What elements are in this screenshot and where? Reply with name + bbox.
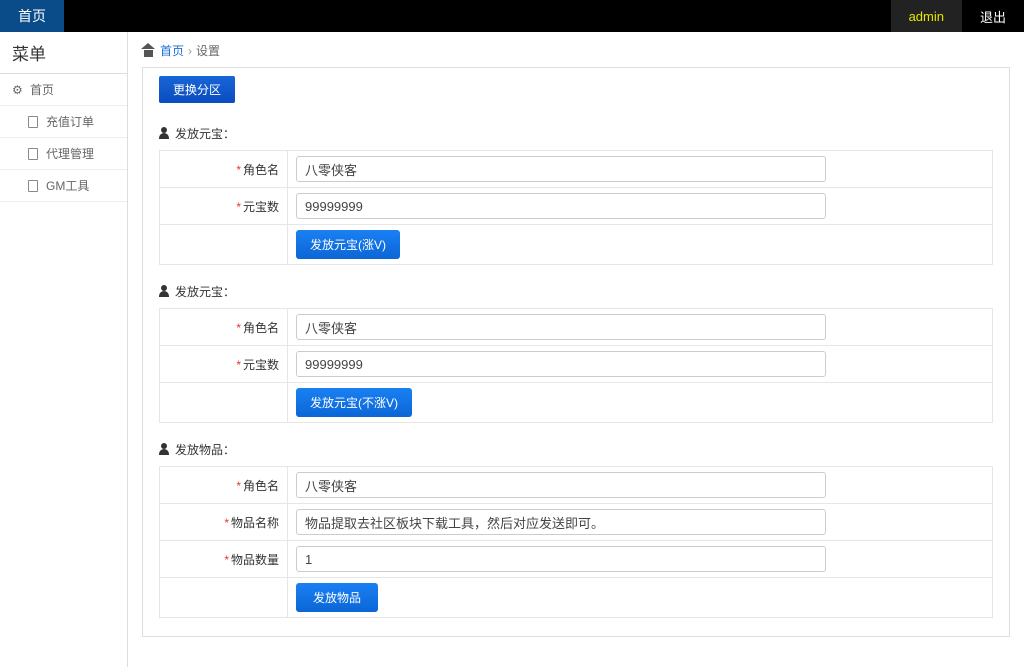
required-star: * <box>236 479 241 493</box>
field-cell <box>288 504 993 541</box>
sidebar-item-recharge[interactable]: 充值订单 <box>0 106 127 138</box>
required-star: * <box>236 358 241 372</box>
required-star: * <box>236 321 241 335</box>
text-input[interactable] <box>296 156 826 182</box>
field-cell <box>288 188 993 225</box>
section-title: 发放元宝： <box>175 125 235 142</box>
text-input[interactable] <box>296 351 826 377</box>
sidebar-item-label: 充值订单 <box>46 113 94 130</box>
person-icon <box>159 287 169 297</box>
field-label <box>160 225 288 265</box>
submit-button[interactable]: 发放元宝(涨V) <box>296 230 400 259</box>
field-label: *角色名 <box>160 309 288 346</box>
required-star: * <box>236 200 241 214</box>
sidebar-sublist: 充值订单 代理管理 GM工具 <box>0 106 127 202</box>
field-label-text: 角色名 <box>243 479 279 493</box>
text-input[interactable] <box>296 472 826 498</box>
table-row: *物品名称 <box>160 504 993 541</box>
breadcrumb-separator: › <box>188 44 192 58</box>
topbar: 首页 admin 退出 <box>0 0 1024 32</box>
field-label: *元宝数 <box>160 188 288 225</box>
topbar-logout[interactable]: 退出 <box>962 0 1024 32</box>
document-icon <box>28 180 40 192</box>
field-label: *角色名 <box>160 467 288 504</box>
submit-button[interactable]: 发放物品 <box>296 583 378 612</box>
section-title: 发放物品： <box>175 441 235 458</box>
breadcrumb: 首页 › 设置 <box>142 42 1010 59</box>
table-row: 发放物品 <box>160 578 993 618</box>
field-label-text: 角色名 <box>243 163 279 177</box>
person-icon <box>159 129 169 139</box>
required-star: * <box>224 553 229 567</box>
field-cell <box>288 346 993 383</box>
field-label <box>160 383 288 423</box>
field-label-text: 角色名 <box>243 321 279 335</box>
field-cell <box>288 151 993 188</box>
topbar-home-tab[interactable]: 首页 <box>0 0 64 32</box>
table-row: *元宝数 <box>160 346 993 383</box>
document-icon <box>28 148 40 160</box>
field-cell: 发放元宝(不涨V) <box>288 383 993 423</box>
section-head: 发放元宝： <box>159 283 993 300</box>
field-label-text: 元宝数 <box>243 200 279 214</box>
breadcrumb-current: 设置 <box>196 42 220 59</box>
field-label-text: 物品数量 <box>231 553 279 567</box>
table-row: *角色名 <box>160 467 993 504</box>
field-cell <box>288 309 993 346</box>
sidebar-item-gmtools[interactable]: GM工具 <box>0 170 127 202</box>
table-row: 发放元宝(涨V) <box>160 225 993 265</box>
sidebar-item-label: 首页 <box>30 81 54 98</box>
topbar-user[interactable]: admin <box>891 0 962 32</box>
form-table: *角色名*元宝数发放元宝(不涨V) <box>159 308 993 423</box>
table-row: *角色名 <box>160 309 993 346</box>
field-label-text: 物品名称 <box>231 516 279 530</box>
sidebar-item-label: 代理管理 <box>46 145 94 162</box>
field-cell <box>288 467 993 504</box>
field-cell: 发放物品 <box>288 578 993 618</box>
text-input[interactable] <box>296 546 826 572</box>
home-icon <box>142 45 156 57</box>
section-head: 发放物品： <box>159 441 993 458</box>
field-label-text: 元宝数 <box>243 358 279 372</box>
breadcrumb-home-link[interactable]: 首页 <box>160 42 184 59</box>
card: 更换分区 发放元宝：*角色名*元宝数发放元宝(涨V)发放元宝：*角色名*元宝数发… <box>142 67 1010 637</box>
field-cell: 发放元宝(涨V) <box>288 225 993 265</box>
form-table: *角色名*元宝数发放元宝(涨V) <box>159 150 993 265</box>
sidebar-item-label: GM工具 <box>46 177 89 194</box>
submit-button[interactable]: 发放元宝(不涨V) <box>296 388 412 417</box>
required-star: * <box>236 163 241 177</box>
sidebar-title: 菜单 <box>0 32 127 74</box>
field-label <box>160 578 288 618</box>
table-row: *角色名 <box>160 151 993 188</box>
form-table: *角色名*物品名称*物品数量发放物品 <box>159 466 993 618</box>
section-head: 发放元宝： <box>159 125 993 142</box>
field-label: *元宝数 <box>160 346 288 383</box>
text-input[interactable] <box>296 193 826 219</box>
field-label: *角色名 <box>160 151 288 188</box>
text-input[interactable] <box>296 509 826 535</box>
table-row: 发放元宝(不涨V) <box>160 383 993 423</box>
section-title: 发放元宝： <box>175 283 235 300</box>
document-icon <box>28 116 40 128</box>
change-zone-button[interactable]: 更换分区 <box>159 76 235 103</box>
required-star: * <box>224 516 229 530</box>
sidebar-item-home[interactable]: ⚙ 首页 <box>0 74 127 106</box>
sidebar-item-agent[interactable]: 代理管理 <box>0 138 127 170</box>
table-row: *元宝数 <box>160 188 993 225</box>
topbar-spacer <box>64 0 891 32</box>
person-icon <box>159 445 169 455</box>
field-label: *物品名称 <box>160 504 288 541</box>
text-input[interactable] <box>296 314 826 340</box>
gear-icon: ⚙ <box>12 83 24 97</box>
